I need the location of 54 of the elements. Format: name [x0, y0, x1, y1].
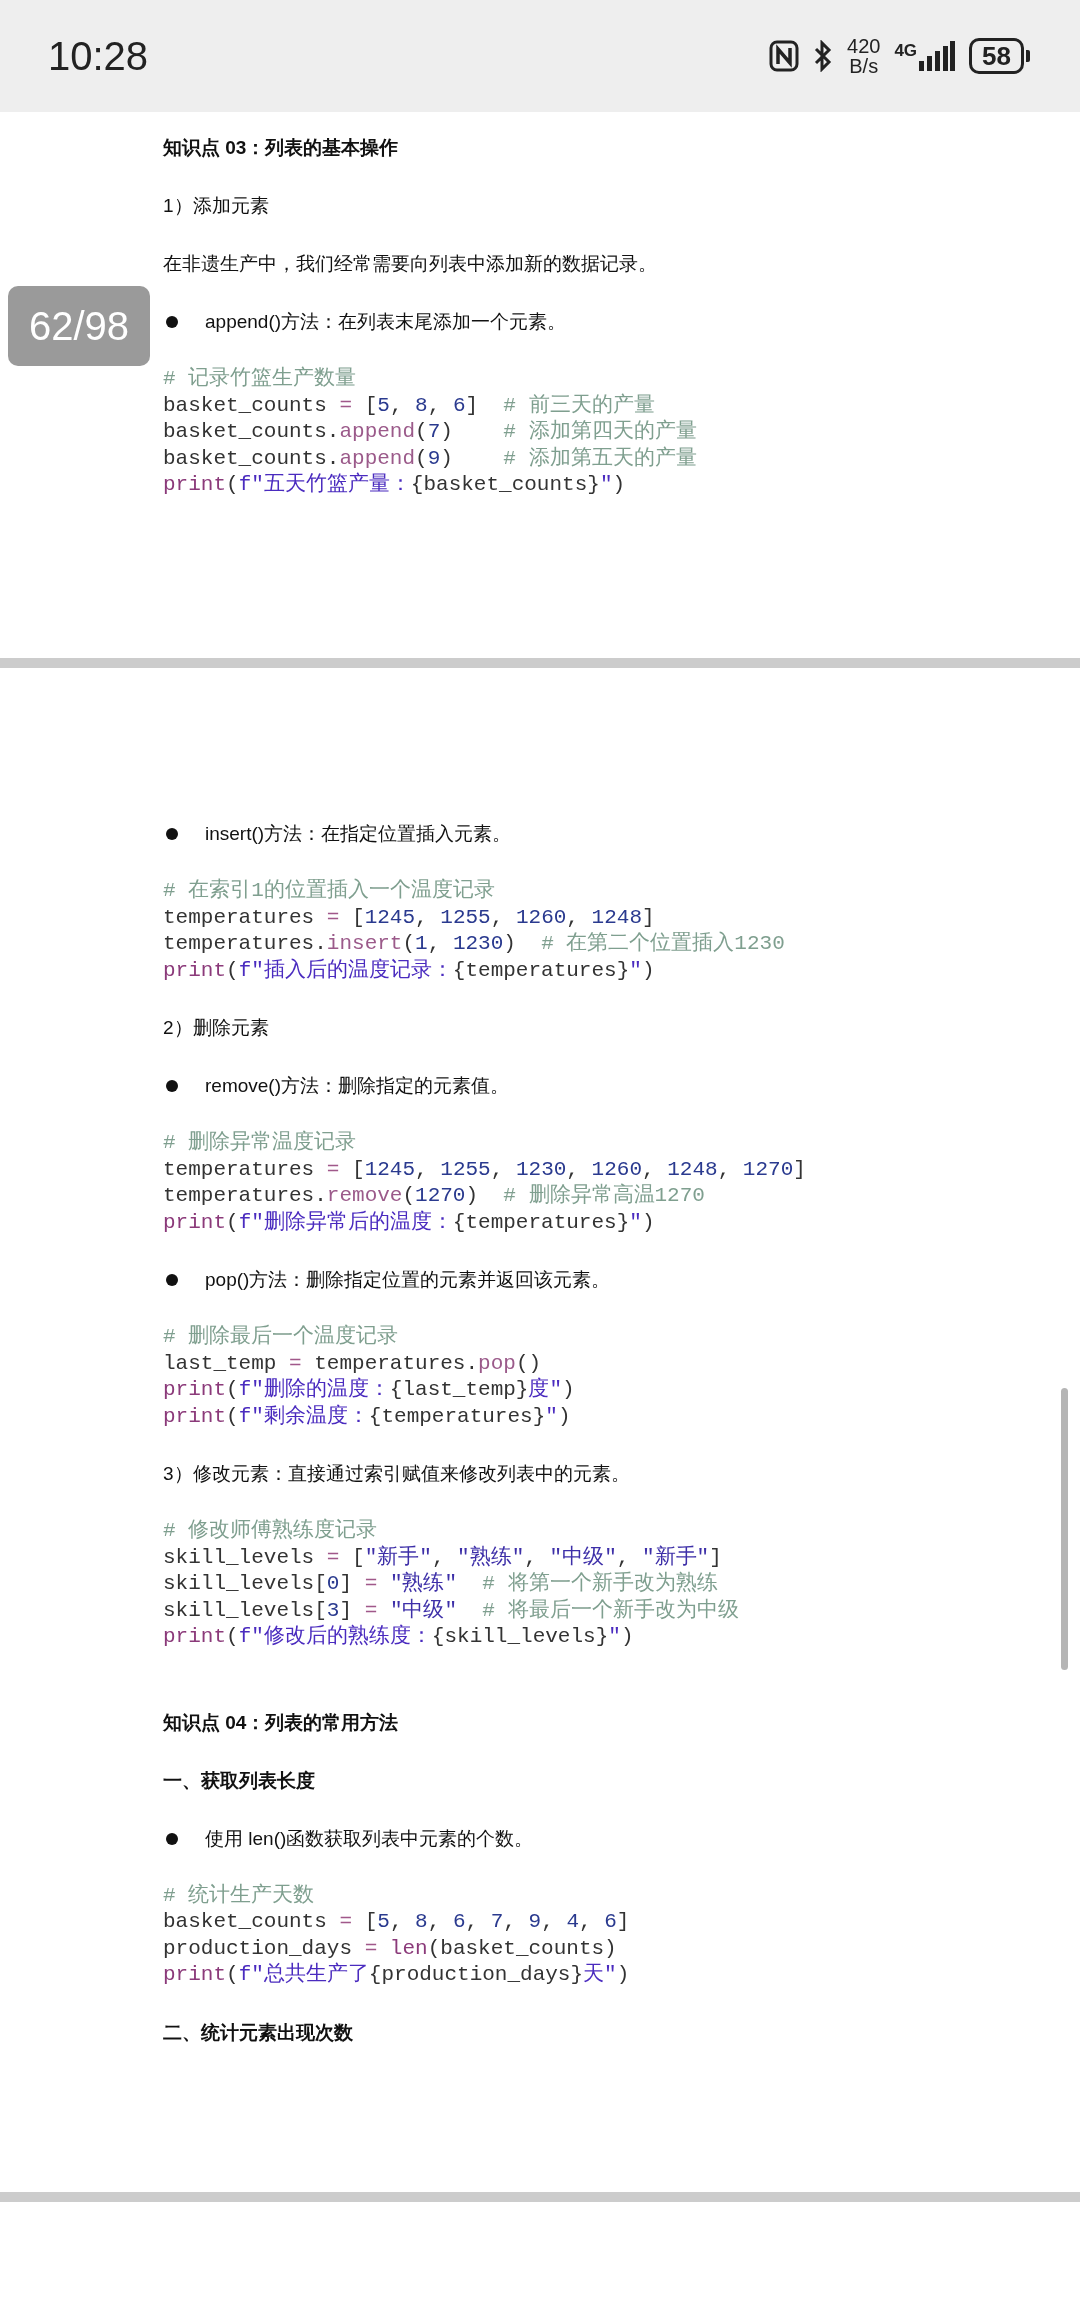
code-line: # 删除异常温度记录	[163, 1130, 357, 1156]
signal-icon	[919, 41, 956, 71]
code-line: print(f"五天竹篮产量：{basket_counts}")	[163, 472, 626, 498]
code-line: temperatures = [1245, 1255, 1230, 1260, 1248, 1270]	[163, 1156, 806, 1183]
battery-indicator: 58	[969, 38, 1024, 74]
battery-tip-icon	[1026, 50, 1030, 62]
section-heading: 知识点 03：列表的基本操作	[163, 136, 400, 160]
code-line: skill_levels[0] = "熟练" # 将第一个新手改为熟练	[163, 1571, 718, 1597]
code-line: temperatures.insert(1, 1230) # 在第二个位置插入1230	[163, 931, 785, 957]
bullet-icon	[166, 316, 178, 328]
bullet-icon	[166, 1274, 178, 1286]
code-line: temperatures.remove(1270) # 删除异常高温1270	[163, 1183, 705, 1209]
code-line: print(f"总共生产了{production_days}天")	[163, 1962, 630, 1988]
paragraph-text: 1）添加元素	[163, 194, 270, 218]
subsection-heading: 一、获取列表长度	[163, 1768, 316, 1793]
paragraph-text: 3）修改元素：直接通过索引赋值来修改列表中的元素。	[163, 1462, 631, 1486]
code-line: basket_counts.append(7) # 添加第四天的产量	[163, 419, 697, 445]
bullet-text: remove()方法：删除指定的元素值。	[205, 1074, 509, 1098]
bullet-text: 使用 len()函数获取列表中元素的个数。	[205, 1826, 534, 1851]
code-line: # 在索引1的位置插入一个温度记录	[163, 878, 495, 904]
bullet-icon	[166, 1080, 178, 1092]
code-line: last_temp = temperatures.pop()	[163, 1350, 542, 1377]
paragraph-text: 2）删除元素	[163, 1016, 270, 1040]
bullet-text: pop()方法：删除指定位置的元素并返回该元素。	[205, 1268, 611, 1292]
code-line: print(f"剩余温度：{temperatures}")	[163, 1403, 571, 1430]
code-line: # 记录竹篮生产数量	[163, 366, 357, 392]
code-line: print(f"修改后的熟练度：{skill_levels}")	[163, 1624, 634, 1650]
code-line: # 删除最后一个温度记录	[163, 1324, 399, 1350]
code-line: temperatures = [1245, 1255, 1260, 1248]	[163, 904, 655, 931]
bullet-icon	[166, 828, 178, 840]
code-line: basket_counts = [5, 8, 6] # 前三天的产量	[163, 392, 655, 419]
code-line: basket_counts.append(9) # 添加第五天的产量	[163, 445, 697, 472]
code-line: skill_levels = ["新手", "熟练", "中级", "新手"]	[163, 1544, 722, 1571]
bullet-text: append()方法：在列表末尾添加一个元素。	[205, 310, 567, 334]
code-line: print(f"插入后的温度记录：{temperatures}")	[163, 957, 655, 984]
code-line: # 统计生产天数	[163, 1882, 315, 1909]
section-heading: 知识点 04：列表的常用方法	[163, 1710, 400, 1735]
code-line: production_days = len(basket_counts)	[163, 1935, 617, 1962]
nfc-icon	[769, 40, 799, 72]
code-line: print(f"删除的温度：{last_temp}度")	[163, 1377, 575, 1403]
code-line: # 修改师傅熟练度记录	[163, 1518, 378, 1544]
bullet-icon	[166, 1832, 178, 1845]
paragraph-text: 在非遗生产中，我们经常需要向列表中添加新的数据记录。	[163, 252, 658, 276]
network-type-label: 4G	[894, 41, 918, 61]
code-line: print(f"删除异常后的温度：{temperatures}")	[163, 1209, 655, 1236]
page-indicator: 62/98	[8, 286, 150, 366]
bullet-text: insert()方法：在指定位置插入元素。	[205, 822, 512, 846]
clock-time: 10:28	[48, 33, 149, 80]
network-speed-value: 420	[847, 36, 881, 56]
network-speed-unit: B/s	[849, 56, 879, 76]
code-line: skill_levels[3] = "中级" # 将最后一个新手改为中级	[163, 1597, 739, 1624]
bluetooth-icon	[813, 40, 833, 72]
subsection-heading: 二、统计元素出现次数	[163, 2020, 354, 2045]
code-line: basket_counts = [5, 8, 6, 7, 9, 4, 6]	[163, 1909, 630, 1935]
